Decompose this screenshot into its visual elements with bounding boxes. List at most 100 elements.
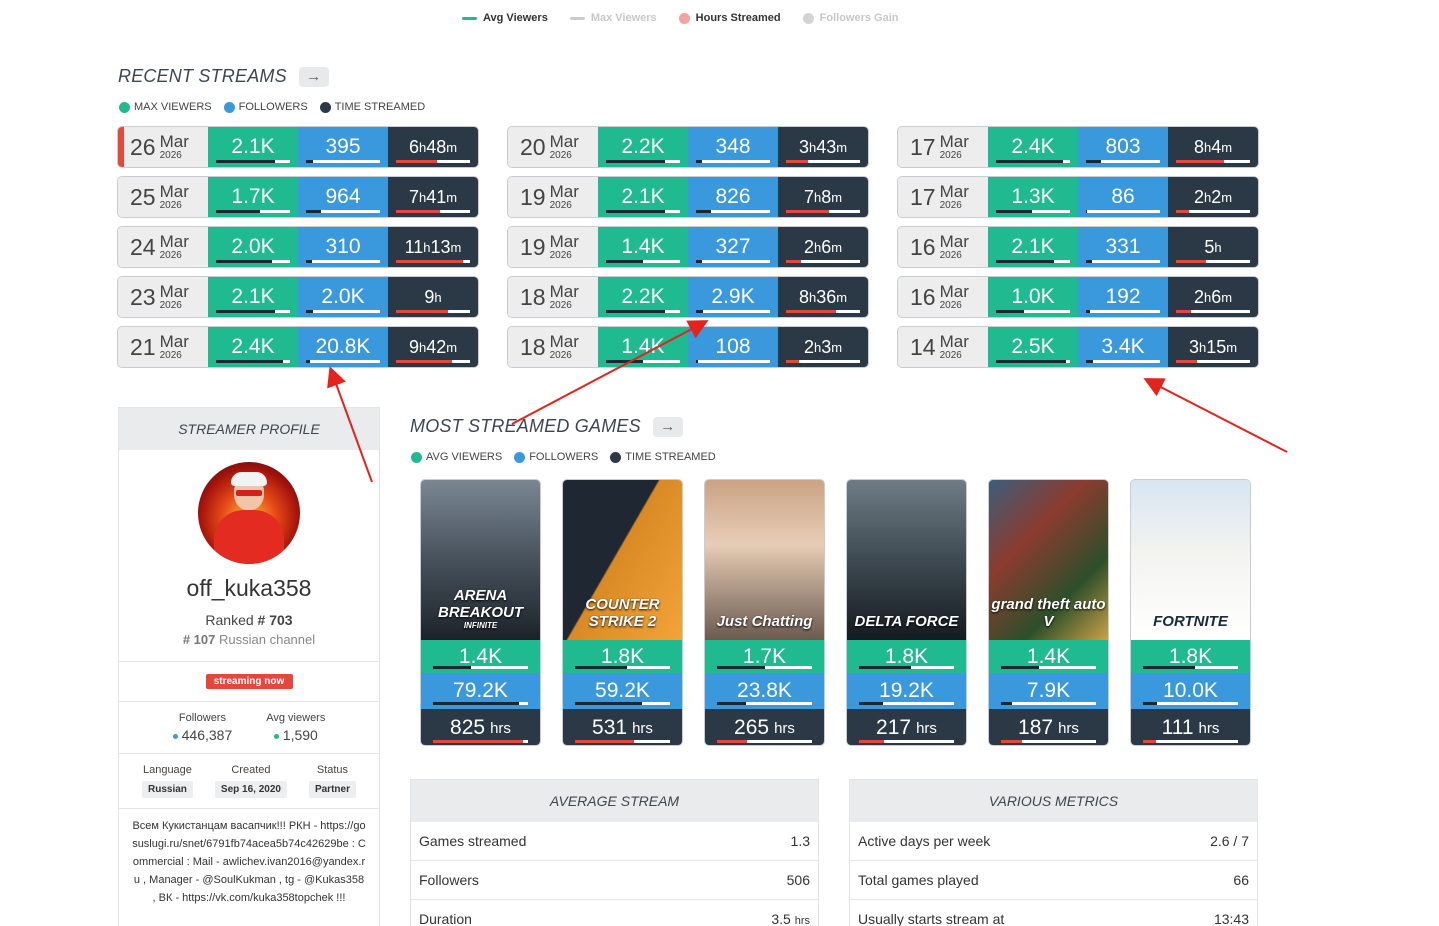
dot-icon bbox=[172, 733, 178, 739]
progress-bar bbox=[1143, 740, 1238, 743]
game-card[interactable]: ARENA BREAKOUT INFINITE 1.4K 79.2K 825 hrs bbox=[420, 479, 541, 746]
streamer-name[interactable]: off_kuka358 bbox=[119, 575, 379, 602]
stream-row[interactable]: 17 Mar 2026 1.3K 86 2h2m bbox=[897, 176, 1259, 218]
progress-bar bbox=[786, 310, 860, 313]
value-text: 16 bbox=[910, 233, 936, 260]
progress-bar bbox=[396, 260, 470, 263]
stream-row[interactable]: 24 Mar 2026 2.0K 310 11 h 13 m bbox=[117, 226, 479, 268]
value-text: 18 bbox=[520, 333, 546, 360]
progress-fill bbox=[396, 160, 437, 163]
progress-fill bbox=[1176, 260, 1206, 263]
game-cover[interactable]: Just Chatting bbox=[705, 480, 824, 640]
dot-swatch bbox=[610, 451, 622, 463]
value-text: 3.5 bbox=[771, 911, 791, 926]
value-text: Mar bbox=[939, 232, 969, 251]
stream-row[interactable]: 26 Mar 2026 2.1K 395 6 h 48 m bbox=[117, 126, 479, 168]
followers-cell: 331 bbox=[1078, 227, 1168, 267]
stream-row[interactable]: 16 Mar 2026 2.1K 331 5h bbox=[897, 226, 1259, 268]
game-card[interactable]: Just Chatting 1.7K 23.8K 265 hrs bbox=[704, 479, 825, 746]
progress-bar bbox=[606, 310, 680, 313]
stream-row[interactable]: 18 Mar 2026 1.4K 108 2h3m bbox=[507, 326, 869, 368]
progress-bar bbox=[696, 160, 770, 163]
stream-row[interactable]: 23 Mar 2026 2.1K 2.0K 9h bbox=[117, 276, 479, 318]
value-text: 531 bbox=[592, 716, 628, 739]
stream-row[interactable]: 19 Mar 2026 2.1K 826 7h8m bbox=[507, 176, 869, 218]
streaming-now-badge[interactable]: streaming now bbox=[205, 674, 293, 689]
stream-date: 18 Mar 2026 bbox=[508, 277, 598, 317]
profile-stats: Followers 446,387 Avg viewers 1,590 bbox=[119, 702, 379, 753]
game-cover[interactable]: DELTA FORCE bbox=[847, 480, 966, 640]
stream-date: 18 Mar 2026 bbox=[508, 327, 598, 367]
value-text: 2 bbox=[803, 236, 814, 257]
followers-cell: 310 bbox=[298, 227, 388, 267]
game-card[interactable]: grand theft auto V 1.4K 7.9K 187 hrs bbox=[988, 479, 1109, 746]
followers-cell: 2.9K bbox=[688, 277, 778, 317]
decoration: Mar 2026 bbox=[940, 133, 969, 161]
max-viewers-cell: 1.7K bbox=[208, 177, 298, 217]
stream-row[interactable]: 20 Mar 2026 2.2K 348 3 h 43 m bbox=[507, 126, 869, 168]
value-text: 10.0K bbox=[1163, 679, 1218, 702]
legend-max-viewers[interactable]: Max Viewers bbox=[569, 12, 657, 24]
arrow-right-icon[interactable]: → bbox=[652, 416, 683, 437]
stream-row[interactable]: 16 Mar 2026 1.0K 192 2h6m bbox=[897, 276, 1259, 318]
decoration: Mar 2026 bbox=[940, 333, 969, 361]
progress-fill bbox=[1086, 210, 1088, 213]
legend-hours-streamed[interactable]: Hours Streamed bbox=[678, 12, 781, 24]
progress-fill bbox=[606, 210, 666, 213]
max-viewers-cell: 1.4K bbox=[598, 327, 688, 367]
value-text: Mar bbox=[159, 332, 189, 351]
stream-row[interactable]: 14 Mar 2026 2.5K 3.4K 3 h 15 m bbox=[897, 326, 1259, 368]
progress-fill bbox=[1143, 740, 1157, 743]
avg-viewers-cell: 1.8K bbox=[1131, 640, 1250, 673]
progress-bar bbox=[306, 360, 380, 363]
time-streamed-cell: 9h bbox=[388, 277, 478, 317]
max-viewers-cell: 1.3K bbox=[988, 177, 1078, 217]
value-text: 20 bbox=[520, 133, 546, 160]
progress-fill bbox=[1086, 160, 1101, 163]
value-text: 19 bbox=[520, 233, 546, 260]
game-cover[interactable]: grand theft auto V bbox=[989, 480, 1108, 640]
time-streamed-cell: 2h3m bbox=[778, 327, 868, 367]
avatar[interactable] bbox=[198, 462, 300, 564]
game-cover[interactable]: ARENA BREAKOUT INFINITE bbox=[421, 480, 540, 640]
progress-fill bbox=[1176, 160, 1225, 163]
stream-row[interactable]: 19 Mar 2026 1.4K 327 2h6m bbox=[507, 226, 869, 268]
value-text: 6 bbox=[821, 236, 832, 257]
progress-bar bbox=[1176, 210, 1250, 213]
value-text: Mar bbox=[939, 332, 969, 351]
value-text: 2 bbox=[1211, 186, 1222, 207]
hours-cell: 217 hrs bbox=[847, 709, 966, 745]
progress-bar bbox=[396, 310, 470, 313]
value-text: 2.0K bbox=[321, 285, 365, 308]
dot-swatch bbox=[411, 451, 422, 463]
legend-followers-gain[interactable]: Followers Gain bbox=[802, 12, 899, 24]
value-text: 1.4K bbox=[1026, 644, 1071, 668]
game-card[interactable]: COUNTER STRIKE 2 1.8K 59.2K 531 hrs bbox=[562, 479, 683, 746]
value-text: 2.4K bbox=[1011, 135, 1055, 158]
stream-row[interactable]: 17 Mar 2026 2.4K 803 8h4m bbox=[897, 126, 1259, 168]
value-text: 2026 bbox=[549, 300, 572, 311]
arrow-right-icon[interactable]: → bbox=[298, 66, 329, 87]
value-text: 14 bbox=[910, 333, 936, 360]
value-text: 13 bbox=[430, 236, 451, 257]
game-card[interactable]: FORTNITE 1.8K 10.0K 111 hrs bbox=[1130, 479, 1251, 746]
progress-bar bbox=[606, 160, 680, 163]
value-text: 2026 bbox=[159, 350, 182, 361]
value-text: 9 bbox=[424, 286, 435, 307]
game-cover[interactable]: FORTNITE bbox=[1131, 480, 1250, 640]
progress-fill bbox=[786, 310, 837, 313]
stream-row[interactable]: 18 Mar 2026 2.2K 2.9K 8 h 36 m bbox=[507, 276, 869, 318]
value-text: Mar bbox=[549, 232, 579, 251]
stream-row[interactable]: 21 Mar 2026 2.4K 20.8K 9 h 42 m bbox=[117, 326, 479, 368]
decoration: h bbox=[1214, 239, 1222, 255]
progress-fill bbox=[1176, 310, 1191, 313]
progress-bar bbox=[216, 210, 290, 213]
stream-row[interactable]: 25 Mar 2026 1.7K 964 7 h 41 m bbox=[117, 176, 479, 218]
legend-avg-viewers[interactable]: Avg Viewers bbox=[462, 12, 548, 24]
status-tag: Partner bbox=[308, 781, 356, 798]
progress-fill bbox=[1086, 310, 1090, 313]
game-card[interactable]: DELTA FORCE 1.8K 19.2K 217 hrs bbox=[846, 479, 967, 746]
decoration: 3.5 hrs bbox=[771, 911, 810, 926]
game-cover[interactable]: COUNTER STRIKE 2 bbox=[563, 480, 682, 640]
followers-cell: 395 bbox=[298, 127, 388, 167]
